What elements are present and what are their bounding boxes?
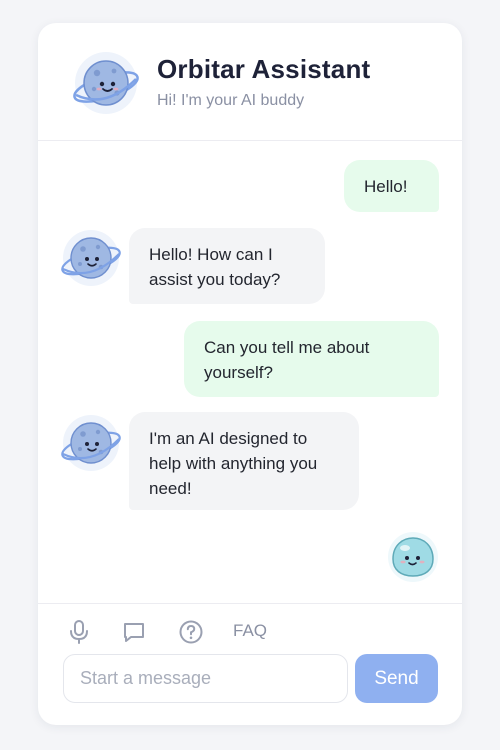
message-text: Hello! How can I assist you today?: [149, 245, 281, 289]
chat-bubble-icon[interactable]: [121, 619, 147, 645]
planet-mascot-icon: [73, 52, 139, 114]
message-input[interactable]: [63, 654, 348, 703]
message-text: Hello!: [364, 177, 408, 196]
bot-avatar-icon: [61, 415, 121, 471]
user-message: Can you tell me about yourself?: [184, 321, 439, 397]
help-circle-icon[interactable]: [178, 619, 204, 645]
bot-avatar-icon: [61, 230, 121, 286]
send-button[interactable]: Send: [355, 654, 438, 703]
chat-window: Orbitar Assistant Hi! I'm your AI buddy …: [38, 23, 462, 725]
bot-message: Hello! How can I assist you today?: [129, 228, 325, 304]
message-text: I'm an AI designed to help with anything…: [149, 429, 318, 498]
chat-header: Orbitar Assistant Hi! I'm your AI buddy: [38, 23, 462, 141]
microphone-icon[interactable]: [66, 619, 92, 645]
user-avatar-icon: [388, 532, 438, 582]
page-subtitle: Hi! I'm your AI buddy: [157, 92, 305, 109]
bot-message: I'm an AI designed to help with anything…: [129, 412, 359, 510]
message-text: Can you tell me about yourself?: [204, 338, 370, 382]
toolbar-divider: [38, 603, 462, 604]
user-message: Hello!: [344, 160, 439, 212]
faq-link[interactable]: FAQ: [233, 621, 267, 641]
page-title: Orbitar Assistant: [157, 54, 371, 84]
